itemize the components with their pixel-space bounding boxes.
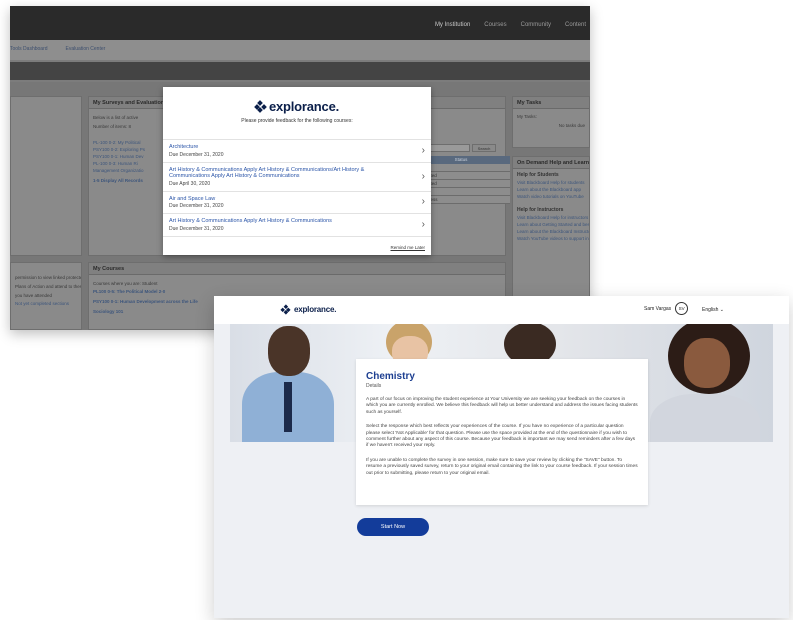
course-name[interactable]: Art History & Communications Apply Art H… <box>169 167 405 180</box>
composite-stage: My Institution Courses Community Content… <box>0 0 793 620</box>
brand-name: explorance. <box>268 99 340 114</box>
subnav-evaluation-center[interactable]: Evaluation Center <box>66 46 106 52</box>
course-due-date: Due December 31, 2020 <box>169 203 224 209</box>
photo-person-shape <box>284 382 292 432</box>
help-link[interactable]: Watch YouTube videos to support instruct… <box>513 235 589 242</box>
left-bottom-panel: permission to view linked protected Plan… <box>10 262 82 330</box>
brand-name: explorance. <box>294 305 337 314</box>
left-note-link[interactable]: Not yet completed sections <box>11 300 81 307</box>
left-panel <box>10 96 82 256</box>
chevron-right-icon[interactable]: › <box>422 219 425 231</box>
course-list: Architecture Due December 31, 2020 › Art… <box>163 139 431 237</box>
course-due-date: Due December 31, 2020 <box>169 225 224 232</box>
user-name: Sam Vargas <box>644 305 672 312</box>
help-instructors-heading: Help for Instructors <box>517 207 564 213</box>
intro-paragraph: A part of our focus on improving the stu… <box>366 397 638 415</box>
lms-sub-nav: Tools Dashboard Evaluation Center <box>10 46 105 52</box>
course-item[interactable]: Architecture Due December 31, 2020 › <box>163 139 431 162</box>
nav-my-institution[interactable]: My Institution <box>435 22 470 28</box>
courses-panel-title: My Courses <box>89 263 505 275</box>
help-link[interactable]: Learn about the Blackboard app <box>513 186 589 193</box>
help-link[interactable]: Visit Blackboard Help for instructors <box>513 214 589 221</box>
remind-later-link[interactable]: Remind me Later <box>390 245 425 250</box>
course-details-card: Chemistry Details A part of our focus on… <box>356 359 648 505</box>
explorance-logo: explorance. <box>280 304 336 315</box>
course-item[interactable]: Art History & Communications Apply Art H… <box>163 213 431 237</box>
tasks-label: My Tasks: <box>517 114 537 119</box>
lms-screenshot: My Institution Courses Community Content… <box>10 6 590 330</box>
feedback-modal: explorance. Please provide feedback for … <box>163 87 431 255</box>
course-link[interactable]: PL100 0-5: The Political Model 2-0 <box>89 288 505 295</box>
course-title: Chemistry <box>366 371 415 382</box>
chevron-down-icon: ⌄ <box>719 307 724 313</box>
survey-screenshot: explorance. Sam Vargas SV English ⌄ Chem… <box>214 296 789 618</box>
left-note-3: you have attended <box>15 293 53 298</box>
help-link[interactable]: Learn about the Blackboard Instructor ap… <box>513 228 589 235</box>
explorance-mark-icon <box>254 100 267 113</box>
explorance-logo: explorance. <box>163 99 431 114</box>
course-item[interactable]: Air and Space Law Due December 31, 2020 … <box>163 190 431 214</box>
modal-subtitle: Please provide feedback for the followin… <box>241 118 353 124</box>
help-link[interactable]: Learn about Getting Started and best pra… <box>513 221 589 228</box>
nav-courses[interactable]: Courses <box>484 22 506 28</box>
course-due-date: Due December 31, 2020 <box>169 151 224 158</box>
courses-role: Courses where you are: Student <box>93 281 158 286</box>
language-selector[interactable]: English ⌄ <box>702 307 724 313</box>
tasks-panel: My Tasks My Tasks: No tasks due <box>512 96 590 148</box>
photo-person-shape <box>650 394 760 442</box>
lms-top-nav: My Institution Courses Community Content <box>435 22 586 28</box>
course-name[interactable]: Air and Space Law <box>169 196 405 203</box>
instructions-paragraph: Select the response which best reflects … <box>366 424 636 449</box>
chevron-right-icon[interactable]: › <box>422 145 425 157</box>
course-name[interactable]: Art History & Communications Apply Art H… <box>169 218 405 225</box>
survey-header: explorance. Sam Vargas SV English ⌄ <box>214 296 789 324</box>
start-now-button[interactable]: Start Now <box>357 518 429 536</box>
user-menu[interactable]: Sam Vargas SV <box>644 302 689 315</box>
survey-search-button[interactable]: Search <box>472 144 496 152</box>
subnav-tools-dashboard[interactable]: Tools Dashboard <box>10 46 48 52</box>
chevron-right-icon[interactable]: › <box>422 171 425 183</box>
photo-person-shape <box>684 338 730 388</box>
help-link[interactable]: Visit Blackboard Help for students <box>513 179 589 186</box>
help-students-heading: Help for Students <box>517 172 559 178</box>
nav-content[interactable]: Content <box>565 22 586 28</box>
course-due-date: Due April 30, 2020 <box>169 180 211 187</box>
details-label: Details <box>366 383 382 389</box>
explorance-mark-icon <box>280 304 291 315</box>
course-name[interactable]: Architecture <box>169 144 405 151</box>
chevron-right-icon[interactable]: › <box>422 196 425 208</box>
left-note-2: Plans of Action and attend to these <box>15 284 81 289</box>
tasks-panel-title: My Tasks <box>513 97 589 109</box>
lms-dark-bar <box>10 62 590 80</box>
nav-community[interactable]: Community <box>521 22 551 28</box>
course-item[interactable]: Art History & Communications Apply Art H… <box>163 161 431 191</box>
help-link[interactable]: Watch video tutorials on YouTube <box>513 193 589 200</box>
save-paragraph: If you are unable to complete the survey… <box>366 457 638 476</box>
help-panel-title: On Demand Help and Learning <box>513 157 589 169</box>
photo-person-shape <box>268 326 310 376</box>
left-note-1: permission to view linked protected <box>15 275 81 280</box>
tasks-empty: No tasks due <box>558 123 585 128</box>
lms-top-bar: My Institution Courses Community Content <box>10 6 590 40</box>
avatar[interactable]: SV <box>675 302 689 315</box>
language-label: English <box>702 307 719 313</box>
